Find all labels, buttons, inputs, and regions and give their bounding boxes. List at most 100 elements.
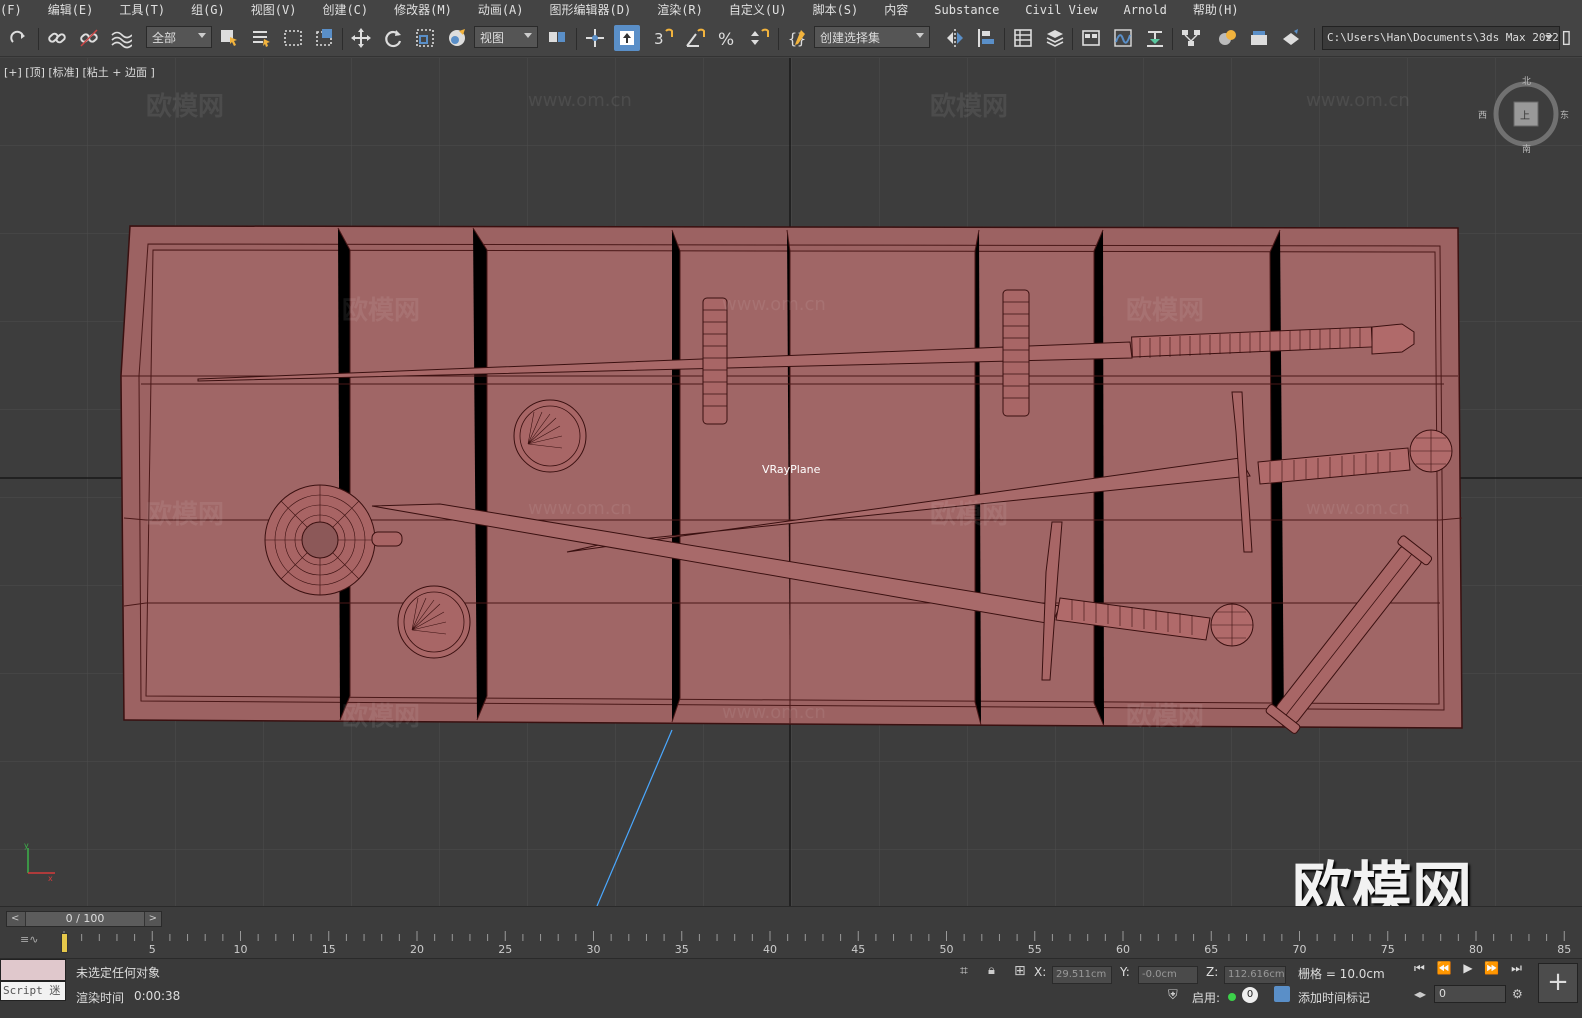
bind-spacewarp-icon[interactable] [108, 25, 134, 51]
select-by-name-icon[interactable] [248, 25, 274, 51]
render-time-label: 渲染时间 [76, 991, 125, 1005]
maxscript-mini-listener[interactable]: Script 迷 [0, 981, 66, 1001]
select-object-icon[interactable] [216, 25, 242, 51]
rect-region-icon[interactable] [280, 25, 306, 51]
time-config-icon[interactable]: ⚙ [1512, 987, 1523, 1001]
menu-customize[interactable]: 自定义(U) [716, 0, 800, 20]
scale-icon[interactable] [412, 25, 438, 51]
layer-explorer-icon[interactable] [1042, 25, 1068, 51]
absolute-mode-icon[interactable]: ⊞ [1014, 963, 1026, 979]
menu-arnold[interactable]: Arnold [1111, 0, 1180, 20]
keyboard-shortcut-override-icon[interactable] [614, 25, 640, 51]
key-counter[interactable]: 0 [1242, 987, 1258, 1003]
add-time-tag-button[interactable]: 添加时间标记 [1298, 989, 1370, 1006]
window-crossing-icon[interactable] [312, 25, 338, 51]
time-tag-icon[interactable] [1274, 986, 1290, 1002]
toggle-ribbon-icon[interactable] [1078, 25, 1104, 51]
viewport-nav-plus-icon[interactable]: + [1538, 963, 1578, 1003]
menu-animation[interactable]: 动画(A) [465, 0, 537, 20]
menu-file[interactable]: (F) [0, 0, 35, 20]
trackbar-tick-label: 80 [1469, 943, 1483, 956]
ref-coord-dropdown[interactable]: 视图 [474, 26, 538, 48]
menu-views[interactable]: 视图(V) [238, 0, 310, 20]
redo-icon[interactable] [6, 25, 32, 51]
dope-sheet-icon[interactable] [1142, 25, 1168, 51]
menu-content[interactable]: 内容 [871, 0, 921, 20]
trackbar-tick-label: 75 [1381, 943, 1395, 956]
frame-display[interactable]: 0 / 100 [25, 912, 145, 926]
prev-frame-arrow[interactable]: < [11, 913, 19, 924]
project-path-field[interactable]: C:\Users\Han\Documents\3ds Max 2022 [1322, 26, 1560, 50]
menu-graph-editors[interactable]: 图形编辑器(D) [537, 0, 645, 20]
ref-coord-value: 视图 [480, 30, 505, 45]
placement-icon[interactable] [444, 25, 470, 51]
key-mode-icon[interactable]: ◂▸ [1414, 987, 1426, 1001]
svg-text:%: % [718, 30, 734, 49]
edit-named-sets-icon[interactable]: {} [784, 25, 810, 51]
menu-modifiers[interactable]: 修改器(M) [381, 0, 465, 20]
z-coord-field[interactable]: 112.616cm [1224, 966, 1286, 984]
mirror-icon[interactable] [942, 25, 968, 51]
trackbar[interactable]: 5 10 15 20 25 30 35 40 45 50 55 60 65 70 75 80 85 [62, 931, 1582, 957]
trackbar-tick-label: 55 [1028, 943, 1042, 956]
watermark-url: www.om.cn [528, 498, 632, 519]
menu-tools[interactable]: 工具(T) [106, 0, 178, 20]
pivot-icon[interactable] [544, 25, 570, 51]
enable-status-dot [1228, 993, 1236, 1001]
curve-editor-icon[interactable] [1110, 25, 1136, 51]
spinner-snap-icon[interactable] [746, 25, 772, 51]
menu-scripting[interactable]: 脚本(S) [800, 0, 872, 20]
viewcube[interactable]: 北 南 西 东 上 [1478, 72, 1569, 156]
viewcube-south: 南 [1522, 145, 1532, 155]
more-toolbar-icon[interactable] [1560, 25, 1580, 51]
menu-edit[interactable]: 编辑(E) [35, 0, 107, 20]
frame-slider[interactable]: < 0 / 100 > [6, 911, 162, 927]
current-frame-field[interactable]: 0 [1434, 985, 1506, 1003]
selection-filter-dropdown[interactable]: 全部 [146, 26, 212, 48]
next-frame-arrow[interactable]: > [149, 913, 157, 924]
schematic-icon[interactable] [1178, 25, 1204, 51]
watermark-url: www.om.cn [722, 702, 826, 723]
render-setup-icon[interactable] [1246, 25, 1272, 51]
x-label: X: [1034, 965, 1047, 979]
menu-group[interactable]: 组(G) [178, 0, 238, 20]
viewport-top[interactable]: y x 欧模网 www.om.cn 欧模网 www.om.cn 欧模网 www.… [0, 58, 1582, 906]
path-dropdown-caret[interactable] [1545, 35, 1553, 40]
unlink-icon[interactable] [76, 25, 102, 51]
rotate-icon[interactable] [380, 25, 406, 51]
enable-label: 启用: [1192, 991, 1221, 1005]
link-icon[interactable] [44, 25, 70, 51]
time-slider-thumb[interactable] [61, 933, 68, 953]
percent-snap-icon[interactable]: % [714, 25, 740, 51]
y-coord-field[interactable]: -0.0cm [1138, 966, 1198, 984]
move-icon[interactable] [348, 25, 374, 51]
x-coord-field[interactable]: 29.511cm [1052, 966, 1112, 984]
render-icon[interactable] [1278, 25, 1304, 51]
maxscript-listener-pink[interactable] [0, 959, 66, 981]
menu-rendering[interactable]: 渲染(R) [644, 0, 716, 20]
playback-controls[interactable]: ⏮ ⏪ ▶ ⏩ ⏭ [1414, 961, 1526, 976]
snap-3d-icon[interactable]: 3 [650, 25, 676, 51]
material-editor-icon[interactable] [1214, 25, 1240, 51]
object-label: VRayPlane [762, 463, 821, 476]
menu-substance[interactable]: Substance [921, 0, 1012, 20]
z-label: Z: [1206, 965, 1219, 979]
svg-text:y: y [24, 841, 29, 850]
watermark: 欧模网 [1126, 702, 1205, 732]
trackbar-tick-label: 30 [587, 943, 601, 956]
named-selection-dropdown[interactable]: 创建选择集 [814, 26, 930, 48]
viewport-label[interactable]: [+] [顶] [标准] [粘土 + 边面 ] [4, 64, 155, 80]
isolate-selection-icon[interactable]: ⌗ [960, 963, 968, 979]
menu-help[interactable]: 帮助(H) [1180, 0, 1252, 20]
align-icon[interactable] [974, 25, 1000, 51]
watermark-url: www.om.cn [1306, 498, 1410, 519]
menu-create[interactable]: 创建(C) [309, 0, 381, 20]
shield-icon[interactable]: ⛨ [1168, 988, 1178, 1003]
select-manipulate-icon[interactable] [582, 25, 608, 51]
menu-civil-view[interactable]: Civil View [1012, 0, 1110, 20]
selection-lock-icon[interactable]: 🔒︎ [988, 963, 995, 978]
curve-toggle-icon[interactable]: ≡∿ [20, 933, 38, 946]
angle-snap-icon[interactable] [682, 25, 708, 51]
watermark-logo: 欧模网 [1292, 856, 1472, 906]
scene-explorer-icon[interactable] [1010, 25, 1036, 51]
